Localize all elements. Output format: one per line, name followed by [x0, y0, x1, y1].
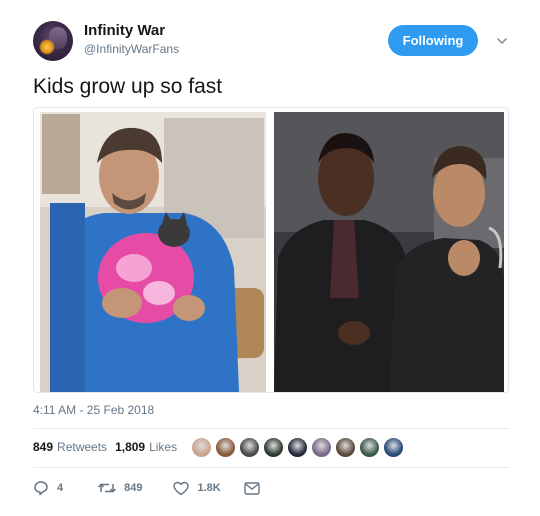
- media-photo: [34, 108, 508, 392]
- like-button[interactable]: 1.8K: [173, 481, 221, 496]
- retweet-button[interactable]: 849: [98, 481, 142, 495]
- liker-avatar[interactable]: [383, 437, 404, 458]
- retweets-count: 849: [33, 440, 54, 454]
- following-button[interactable]: Following: [388, 25, 478, 56]
- author-name[interactable]: Infinity War: [84, 22, 165, 39]
- liker-avatar[interactable]: [335, 437, 356, 458]
- retweet-count: 849: [124, 482, 143, 494]
- heart-icon: [173, 481, 190, 495]
- tweet-text: Kids grow up so fast: [33, 75, 223, 98]
- liker-avatars: [191, 437, 407, 458]
- liker-avatar[interactable]: [191, 437, 212, 458]
- tweet-timestamp[interactable]: 4:11 AM - 25 Feb 2018: [33, 403, 154, 417]
- likes-count: 1,809: [115, 440, 146, 454]
- chevron-down-icon[interactable]: [495, 34, 509, 48]
- envelope-icon: [244, 481, 260, 495]
- liker-avatar[interactable]: [239, 437, 260, 458]
- retweet-icon: [98, 483, 117, 493]
- reply-button[interactable]: 4: [33, 480, 63, 496]
- divider-top: [33, 428, 509, 429]
- right-photo: [274, 112, 504, 392]
- reply-icon: [34, 481, 48, 496]
- likes-stat[interactable]: 1,809 Likes: [115, 440, 177, 454]
- left-photo: [40, 112, 266, 392]
- divider-bottom: [33, 467, 509, 468]
- retweets-stat[interactable]: 849 Retweets: [33, 440, 107, 454]
- liker-avatar[interactable]: [263, 437, 284, 458]
- liker-avatar[interactable]: [287, 437, 308, 458]
- tweet-actions: 4 849 1.8K: [33, 480, 268, 496]
- avatar-gauntlet-glow: [39, 39, 55, 55]
- author-avatar[interactable]: [33, 21, 73, 61]
- liker-avatar[interactable]: [215, 437, 236, 458]
- author-handle[interactable]: @InfinityWarFans: [84, 42, 179, 56]
- retweets-label: Retweets: [57, 440, 108, 454]
- reply-count: 4: [57, 482, 64, 494]
- liker-avatar[interactable]: [311, 437, 332, 458]
- liker-avatar[interactable]: [359, 437, 380, 458]
- likes-label: Likes: [149, 440, 178, 454]
- like-count: 1.8K: [197, 482, 221, 494]
- tweet-card: Infinity War @InfinityWarFans Following …: [0, 0, 540, 516]
- tweet-media[interactable]: [33, 107, 509, 393]
- direct-message-button[interactable]: [244, 481, 268, 495]
- tweet-stats: 849 Retweets 1,809 Likes: [33, 440, 185, 454]
